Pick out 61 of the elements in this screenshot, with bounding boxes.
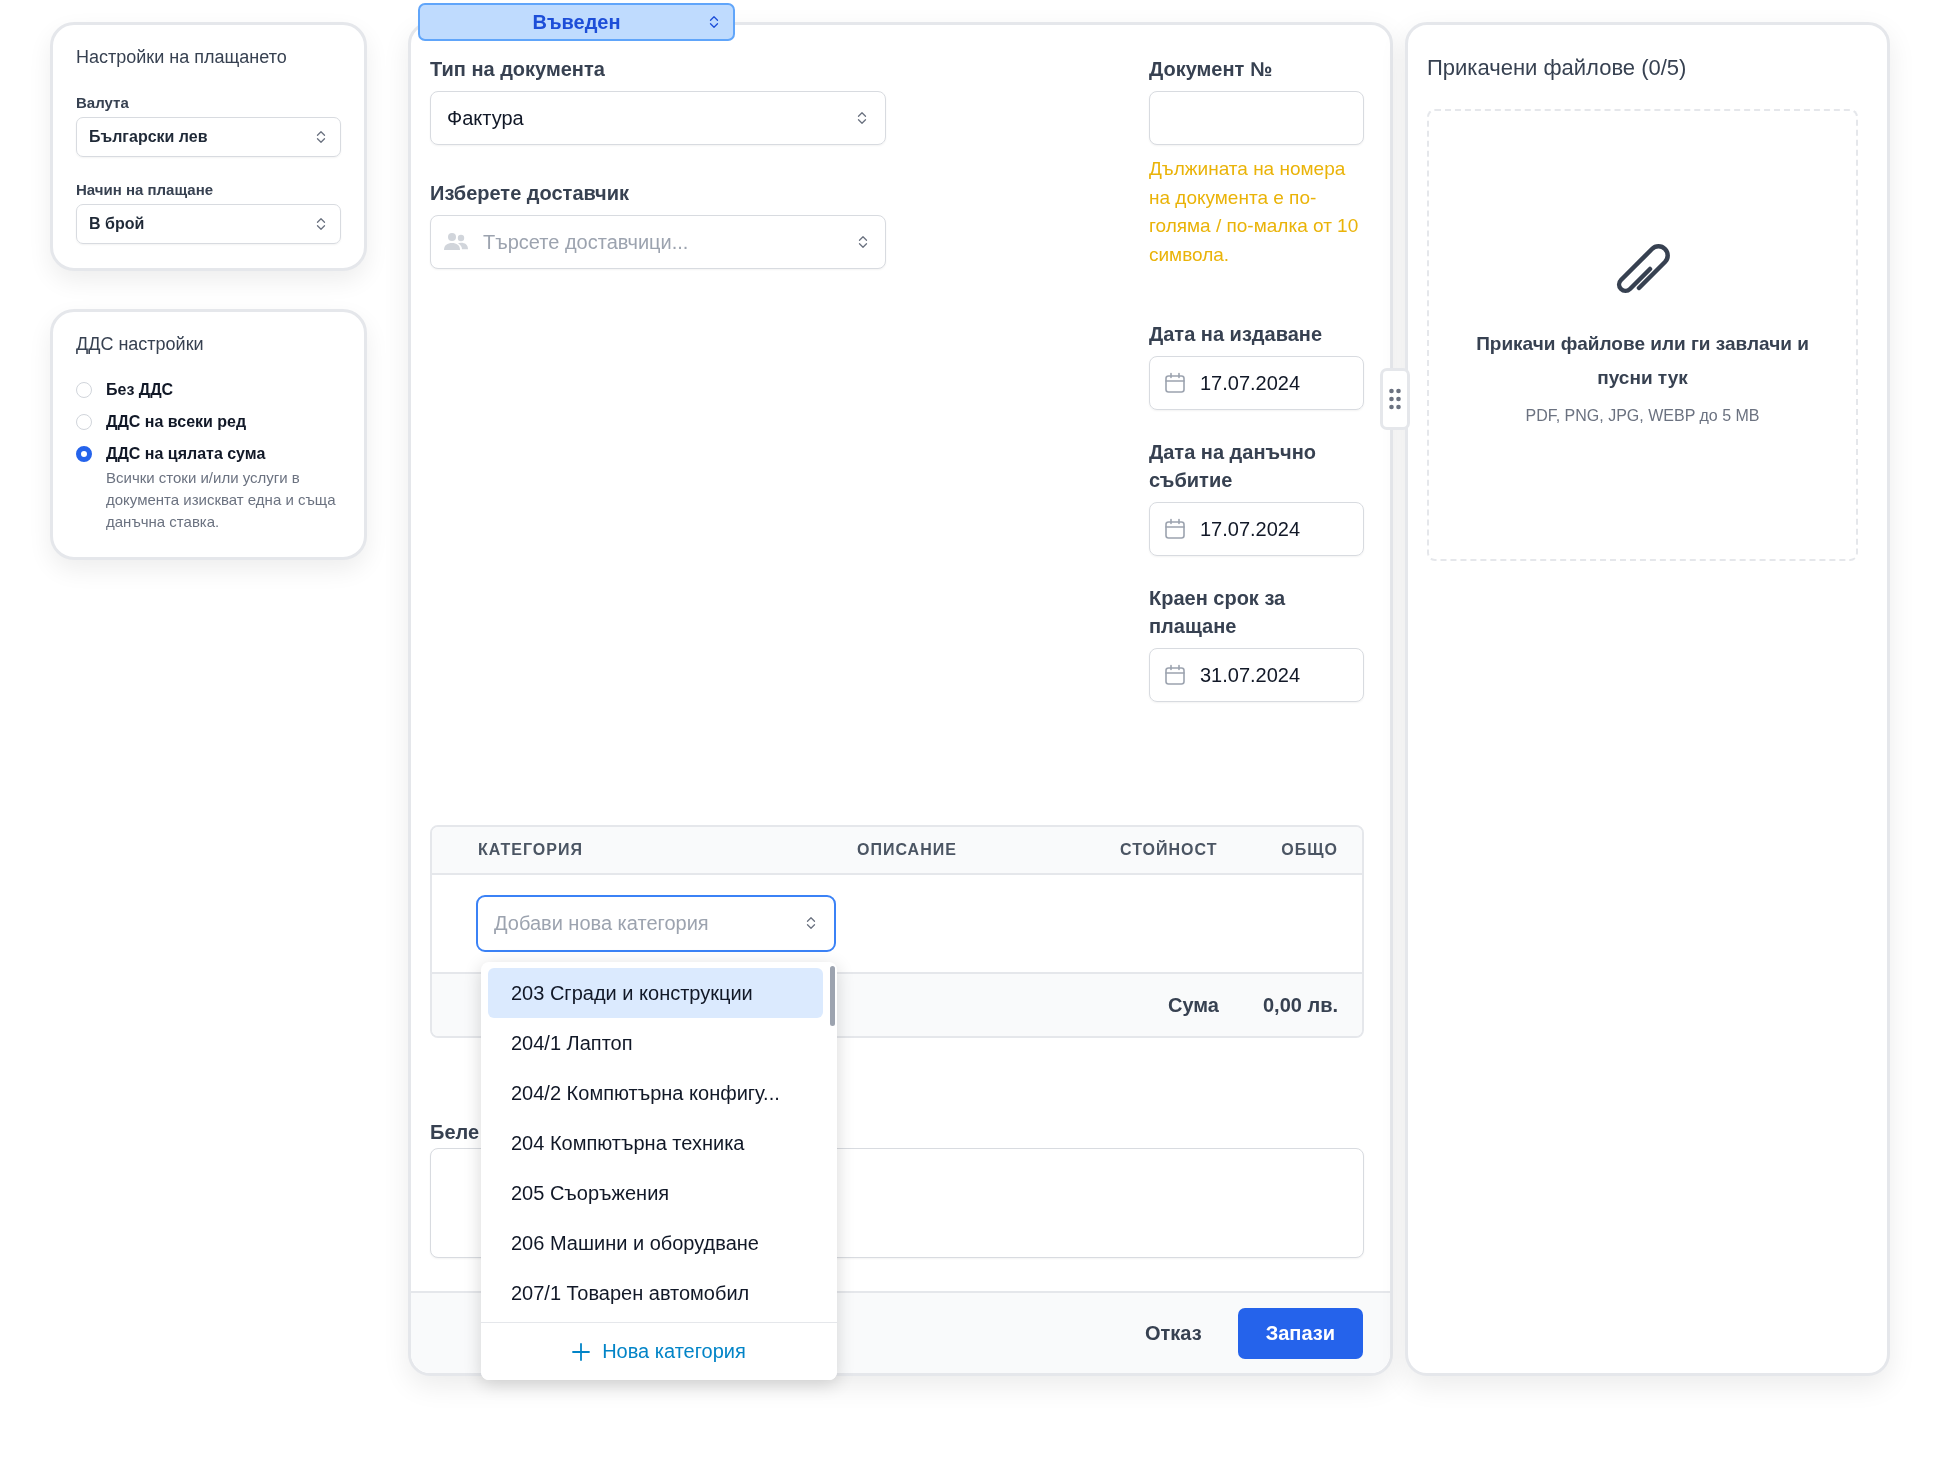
select-field[interactable]: В брой <box>76 204 341 244</box>
plus-icon <box>572 1342 591 1361</box>
menu-item[interactable]: 205 Съоръжения <box>488 1168 823 1218</box>
status-select[interactable]: Въведен <box>418 3 735 41</box>
chevron-updown-icon <box>314 128 328 146</box>
chevron-updown-icon <box>856 233 870 251</box>
select-field[interactable]: Български лев <box>76 117 341 157</box>
radio-button[interactable] <box>76 446 92 462</box>
field-label: Изберете доставчик <box>430 181 630 206</box>
grip-dots-icon <box>1389 388 1401 410</box>
date-field[interactable]: 17.07.2024 <box>1149 356 1364 410</box>
chevron-updown-icon <box>855 109 869 127</box>
date-field[interactable]: 17.07.2024 <box>1149 502 1364 556</box>
users-icon <box>444 232 468 252</box>
drag-handle[interactable] <box>1380 368 1410 430</box>
document-number-field[interactable] <box>1149 91 1364 145</box>
field-label: Документ № <box>1149 57 1274 82</box>
warning-message: Дължината на номера на документа е по-голяма / по-малка от 10 символа. <box>1149 157 1360 267</box>
radio-label: Без ДДС <box>106 381 174 399</box>
card-title: ДДС настройки <box>76 334 205 355</box>
new-category-button[interactable]: Нова категория <box>481 1322 837 1380</box>
field-label: Тип на документа <box>430 57 606 82</box>
radio-label: ДДС на всеки ред <box>106 413 247 431</box>
menu-item[interactable]: 204/1 Лаптоп <box>488 1018 823 1068</box>
radio-label: ДДС на цялата сума <box>106 445 267 463</box>
field-label: Дата на издаване <box>1149 322 1324 347</box>
menu-item[interactable]: 204 Компютърна техника <box>488 1118 823 1168</box>
calendar-icon <box>1164 664 1186 686</box>
field-label: Беле <box>430 1120 480 1145</box>
chevron-updown-icon <box>314 215 328 233</box>
file-types-hint: PDF, PNG, JPG, WEBP до 5 MB <box>1525 407 1760 425</box>
field-label: Начин на плащане <box>76 181 215 198</box>
column-header: ОБЩО <box>1281 841 1338 859</box>
document-type-select[interactable]: Фактура <box>430 91 886 145</box>
total-value: 0,00 лв. <box>1262 993 1338 1017</box>
menu-item[interactable]: 204/2 Компютърна конфигу... <box>488 1068 823 1118</box>
calendar-icon <box>1164 372 1186 394</box>
field-label: Валута <box>76 94 130 111</box>
file-drop-zone[interactable]: Прикачи файлове или ги завлачи и пусни тук PDF, PNG, JPG, WEBP до 5 MB <box>1427 109 1858 561</box>
field-label: Дата на данъчно събитие <box>1149 440 1317 493</box>
menu-item[interactable]: 206 Машини и оборудване <box>488 1218 823 1268</box>
cancel-button[interactable]: Отказ <box>1133 1313 1214 1353</box>
card-title: Настройки на плащането <box>76 47 288 68</box>
save-button[interactable]: Запази <box>1237 1307 1363 1359</box>
menu-item[interactable]: 203 Сгради и конструкции <box>488 968 823 1018</box>
date-field[interactable]: 31.07.2024 <box>1149 648 1364 702</box>
menu-item[interactable]: 207/1 Товарен автомобил <box>488 1268 823 1318</box>
column-header: СТОЙНОСТ <box>1120 841 1219 859</box>
supplier-search-field[interactable]: Търсете доставчици... <box>430 215 886 269</box>
chevron-updown-icon <box>804 914 818 932</box>
calendar-icon <box>1164 518 1186 540</box>
chevron-updown-icon <box>707 13 721 31</box>
total-label: Сума <box>1168 993 1219 1017</box>
drop-zone-title: Прикачи файлове или ги завлачи и пусни тук <box>1475 332 1810 390</box>
scrollbar-thumb[interactable] <box>830 966 835 1026</box>
option-description: Всички стоки и/или услуги в документа изискват една и съща данъчна ставка. <box>106 468 337 532</box>
field-label: Краен срок за плащане <box>1149 586 1287 639</box>
category-select-field[interactable]: Добави нова категория <box>476 895 836 952</box>
panel-title: Прикачени файлове (0/5) <box>1427 55 1688 81</box>
column-header: КАТЕГОРИЯ <box>478 841 584 859</box>
column-header: ОПИСАНИЕ <box>857 841 958 859</box>
